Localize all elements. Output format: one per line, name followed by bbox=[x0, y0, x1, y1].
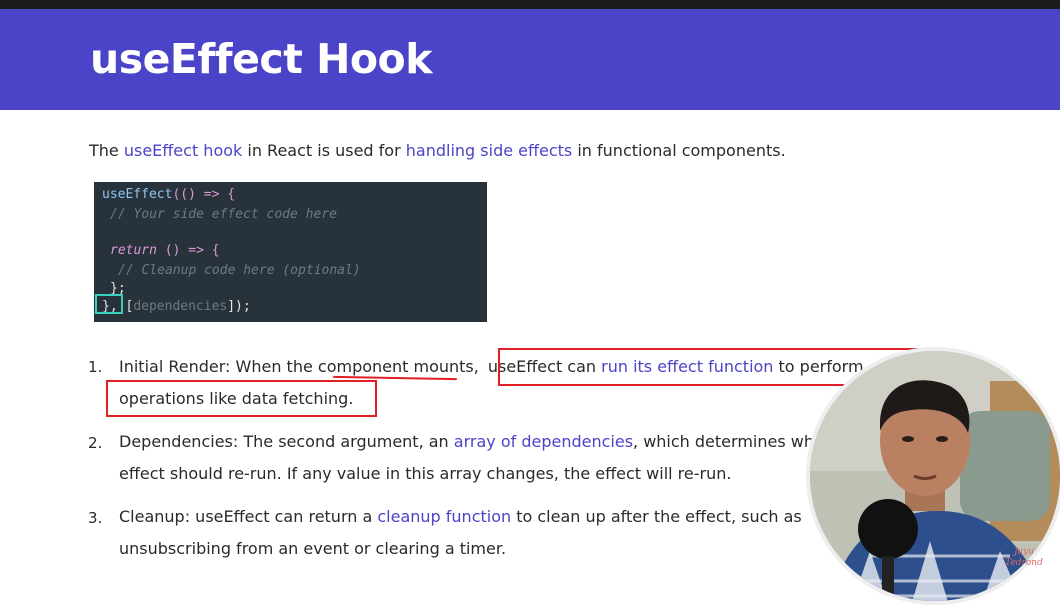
intro-part-3: in functional components. bbox=[572, 141, 786, 160]
list-item-2-highlight: array of dependencies bbox=[453, 432, 634, 451]
code-line-3: return () => { bbox=[110, 243, 220, 258]
code-line-1: useEffect(() => { bbox=[102, 187, 235, 202]
intro-highlight-side-effects: handling side effects bbox=[405, 141, 573, 160]
code-line-4: // Cleanup code here (optional) bbox=[118, 263, 361, 278]
list-item-2-line-2: effect should re-run. If any value in th… bbox=[119, 464, 732, 483]
list-item-2-line-1: Dependencies: The second argument, an ar… bbox=[119, 432, 865, 451]
list-item-1-label: Initial Render: When the component mount… bbox=[119, 357, 479, 376]
code-useeffect-call: useEffect bbox=[102, 187, 173, 202]
list-item-3-highlight: cleanup function bbox=[377, 507, 512, 526]
intro-text: The useEffect hook in React is used for … bbox=[89, 141, 786, 160]
list-item-3-line-1: Cleanup: useEffect can return a cleanup … bbox=[119, 507, 802, 526]
watermark-line-1: Jayu bbox=[1014, 547, 1034, 557]
slide-title: useEffect Hook bbox=[90, 35, 432, 83]
code-line-6: }, [dependencies]); bbox=[102, 299, 251, 314]
list-item-3-line-2: unsubscribing from an event or clearing … bbox=[119, 539, 507, 558]
list-item-3-text: Cleanup: useEffect can return a bbox=[119, 507, 378, 526]
code-dependencies: dependencies bbox=[133, 299, 228, 314]
code-snippet: useEffect(() => { // Your side effect co… bbox=[94, 182, 487, 322]
list-number-1: 1. bbox=[88, 358, 103, 376]
code-cleanup-arrow: () => { bbox=[156, 243, 220, 258]
code-return-keyword: return bbox=[110, 243, 157, 258]
editor-selection-box bbox=[95, 294, 123, 314]
window-top-bar bbox=[0, 0, 1060, 9]
intro-part-2: in React is used for bbox=[242, 141, 406, 160]
list-item-3-text-end: to clean up after the effect, such as bbox=[511, 507, 802, 526]
intro-highlight-useeffect: useEffect hook bbox=[123, 141, 243, 160]
list-number-3: 3. bbox=[88, 509, 103, 527]
code-close-paren: ]); bbox=[227, 299, 251, 314]
list-number-2: 2. bbox=[88, 434, 103, 452]
slide-header: useEffect Hook bbox=[0, 9, 1060, 110]
code-line-2: // Your side effect code here bbox=[110, 207, 337, 222]
watermark-logo: Jayu Tedrond bbox=[1004, 547, 1044, 581]
intro-part-1: The bbox=[89, 141, 124, 160]
list-item-2-text: Dependencies: The second argument, an bbox=[119, 432, 454, 451]
watermark-line-2: Tedrond bbox=[1005, 558, 1043, 568]
annotation-box-data-fetching bbox=[106, 380, 377, 417]
code-arrow-open: (() => { bbox=[172, 187, 236, 202]
